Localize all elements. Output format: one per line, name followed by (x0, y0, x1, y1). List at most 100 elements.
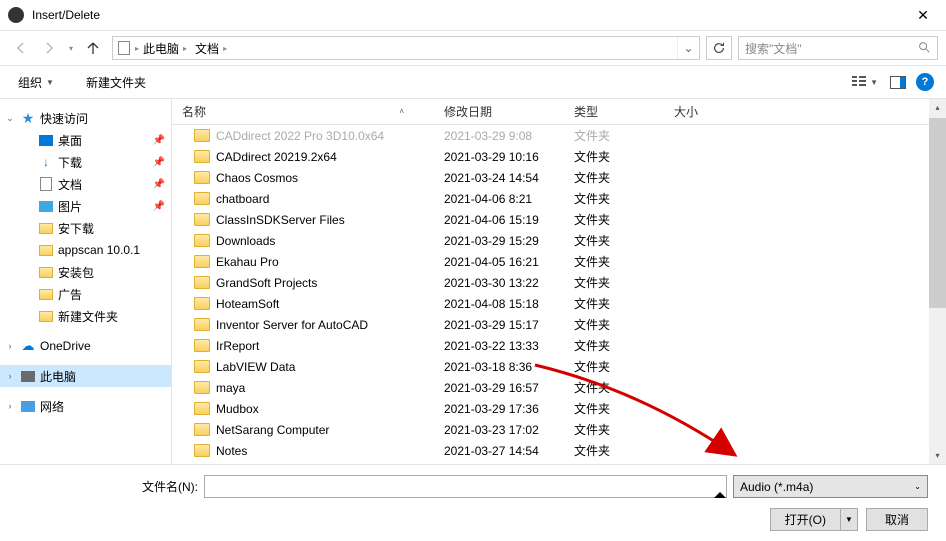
sidebar-item-appscan[interactable]: appscan 10.0.1 (18, 239, 171, 261)
folder-icon (194, 276, 210, 289)
new-folder-button[interactable]: 新建文件夹 (80, 71, 152, 94)
sidebar-onedrive[interactable]: › ☁ OneDrive (0, 335, 171, 357)
window-title: Insert/Delete (32, 8, 900, 22)
folder-icon (194, 318, 210, 331)
table-row[interactable]: GrandSoft Projects2021-03-30 13:22文件夹 (172, 272, 946, 293)
pictures-icon (39, 201, 53, 212)
file-type: 文件夹 (564, 379, 664, 396)
folder-icon (39, 267, 53, 278)
file-type: 文件夹 (564, 421, 664, 438)
document-icon (40, 177, 52, 191)
sidebar-pictures[interactable]: 图片📌 (18, 195, 171, 217)
star-icon: ★ (20, 110, 36, 126)
sidebar-thispc[interactable]: › 此电脑 (0, 365, 171, 387)
back-button[interactable] (8, 35, 34, 61)
chevron-right-icon[interactable]: › (4, 371, 16, 381)
file-date: 2021-04-05 16:21 (434, 255, 564, 269)
sidebar-item-anzhuang[interactable]: 安装包 (18, 261, 171, 283)
refresh-button[interactable] (706, 36, 732, 60)
sidebar-item-guanggao[interactable]: 广告 (18, 283, 171, 305)
table-row[interactable]: Notes2021-03-27 14:54文件夹 (172, 440, 946, 461)
file-date: 2021-04-08 15:18 (434, 297, 564, 311)
table-row[interactable]: maya2021-03-29 16:57文件夹 (172, 377, 946, 398)
column-size[interactable]: 大小 (664, 103, 744, 120)
column-date[interactable]: 修改日期 (434, 103, 564, 120)
file-date: 2021-03-22 13:33 (434, 339, 564, 353)
file-date: 2021-03-30 13:22 (434, 276, 564, 290)
open-button[interactable]: 打开(O) ▼ (770, 508, 858, 531)
scroll-thumb[interactable] (929, 118, 946, 308)
table-row[interactable]: ClassInSDKServer Files2021-04-06 15:19文件… (172, 209, 946, 230)
table-row[interactable]: NetSarang Computer2021-03-23 17:02文件夹 (172, 419, 946, 440)
sidebar-network[interactable]: › 网络 (0, 395, 171, 417)
folder-icon (194, 129, 210, 142)
sidebar-downloads[interactable]: ↓ 下载📌 (18, 151, 171, 173)
desktop-icon (39, 135, 53, 146)
table-row[interactable]: Mudbox2021-03-29 17:36文件夹 (172, 398, 946, 419)
file-date: 2021-03-27 14:54 (434, 444, 564, 458)
chevron-right-icon[interactable]: › (4, 401, 16, 411)
folder-icon (194, 402, 210, 415)
breadcrumb-documents[interactable]: 文档▸ (191, 40, 231, 57)
sidebar-item-anxia[interactable]: 安下载 (18, 217, 171, 239)
toolbar: 组织▼ 新建文件夹 ▼ ? (0, 65, 946, 99)
table-row[interactable]: Chaos Cosmos2021-03-24 14:54文件夹 (172, 167, 946, 188)
file-area: 名称 ˄ 修改日期 类型 大小 CADdirect 2022 Pro 3D10.… (172, 99, 946, 464)
sidebar-documents[interactable]: 文档📌 (18, 173, 171, 195)
file-type: 文件夹 (564, 148, 664, 165)
up-button[interactable] (80, 35, 106, 61)
file-name: Mudbox (216, 402, 259, 416)
sidebar-quick-access[interactable]: ⌄ ★ 快速访问 (0, 107, 171, 129)
folder-icon (39, 289, 53, 300)
help-button[interactable]: ? (916, 73, 934, 91)
chevron-right-icon[interactable]: › (4, 341, 16, 351)
close-button[interactable]: ✕ (900, 0, 946, 31)
file-name: ClassInSDKServer Files (216, 213, 345, 227)
view-options-button[interactable]: ▼ (849, 73, 880, 91)
sidebar-desktop[interactable]: 桌面📌 (18, 129, 171, 151)
address-bar[interactable]: ▸ 此电脑▸ 文档▸ ⌄ (112, 36, 700, 60)
file-type: 文件夹 (564, 316, 664, 333)
file-type: 文件夹 (564, 253, 664, 270)
table-row[interactable]: HoteamSoft2021-04-08 15:18文件夹 (172, 293, 946, 314)
filename-input[interactable] (204, 475, 727, 498)
pin-icon: 📌 (153, 201, 165, 212)
cancel-button[interactable]: 取消 (866, 508, 928, 531)
table-row[interactable]: Ekahau Pro2021-04-05 16:21文件夹 (172, 251, 946, 272)
history-dropdown[interactable]: ▾ (64, 44, 78, 53)
file-list: CADdirect 2022 Pro 3D10.0x642021-03-29 9… (172, 125, 946, 464)
open-dropdown[interactable]: ▼ (841, 515, 857, 524)
preview-pane-button[interactable] (888, 74, 908, 91)
folder-icon (194, 234, 210, 247)
folder-icon (194, 171, 210, 184)
scrollbar[interactable]: ▴ ▾ (929, 99, 946, 464)
main-area: ⌄ ★ 快速访问 桌面📌 ↓ 下载📌 文档📌 图片📌 (0, 99, 946, 464)
column-name[interactable]: 名称 ˄ (172, 103, 434, 120)
file-name: Chaos Cosmos (216, 171, 298, 185)
table-row[interactable]: IrReport2021-03-22 13:33文件夹 (172, 335, 946, 356)
table-row[interactable]: Inventor Server for AutoCAD2021-03-29 15… (172, 314, 946, 335)
folder-icon (194, 150, 210, 163)
file-name: LabVIEW Data (216, 360, 295, 374)
file-type: 文件夹 (564, 442, 664, 459)
chevron-down-icon[interactable]: ⌄ (4, 113, 16, 124)
sidebar-item-newfolder[interactable]: 新建文件夹 (18, 305, 171, 327)
filetype-filter[interactable]: Audio (*.m4a)⌄ (733, 475, 928, 498)
file-type: 文件夹 (564, 358, 664, 375)
scroll-up-button[interactable]: ▴ (929, 99, 946, 116)
forward-button[interactable] (36, 35, 62, 61)
folder-icon (194, 339, 210, 352)
search-input[interactable]: 搜索"文档" (738, 36, 938, 60)
table-row[interactable]: CADdirect 2022 Pro 3D10.0x642021-03-29 9… (172, 125, 946, 146)
column-type[interactable]: 类型 (564, 103, 664, 120)
scroll-down-button[interactable]: ▾ (929, 447, 946, 464)
table-row[interactable]: CADdirect 20219.2x642021-03-29 10:16文件夹 (172, 146, 946, 167)
table-row[interactable]: LabVIEW Data2021-03-18 8:36文件夹 (172, 356, 946, 377)
table-row[interactable]: chatboard2021-04-06 8:21文件夹 (172, 188, 946, 209)
organize-button[interactable]: 组织▼ (12, 71, 60, 94)
breadcrumb-thispc[interactable]: 此电脑▸ (139, 40, 191, 57)
table-row[interactable]: Downloads2021-03-29 15:29文件夹 (172, 230, 946, 251)
folder-icon (194, 192, 210, 205)
location-icon (113, 41, 135, 55)
address-dropdown[interactable]: ⌄ (677, 37, 699, 59)
